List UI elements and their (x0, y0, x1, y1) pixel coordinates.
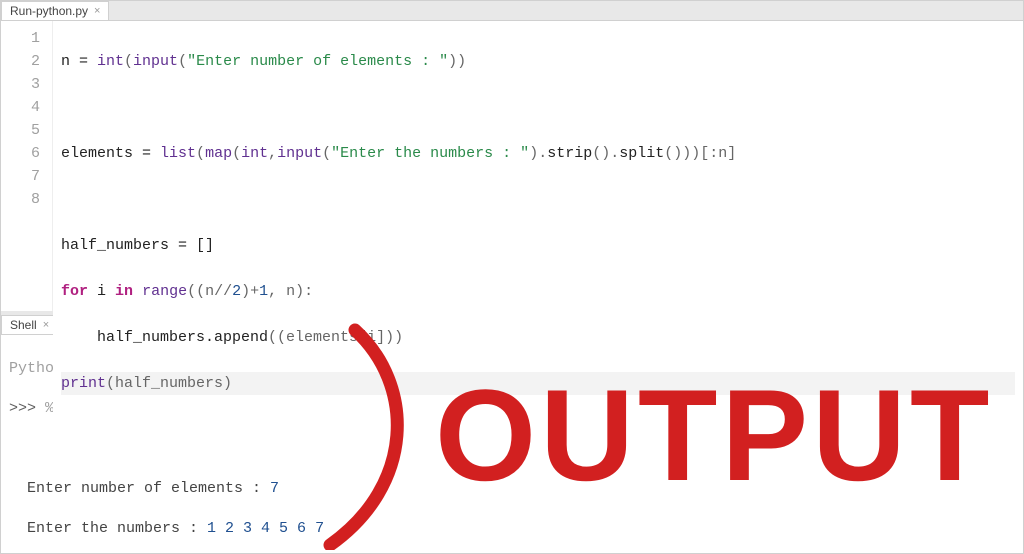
editor-tabbar: Run-python.py × (1, 1, 1023, 21)
line-number: 1 (9, 27, 40, 50)
shell-tab-label: Shell (10, 318, 37, 332)
shell-line: Enter the numbers : 1 2 3 4 5 6 7 (9, 519, 1015, 539)
code-area[interactable]: n = int(input("Enter number of elements … (53, 21, 1023, 447)
code-line (61, 96, 1015, 119)
editor-tab[interactable]: Run-python.py × (1, 1, 109, 20)
line-number: 3 (9, 73, 40, 96)
code-line: half_numbers.append((elements[i])) (61, 326, 1015, 349)
close-icon[interactable]: × (94, 6, 100, 17)
code-line: half_numbers = [] (61, 234, 1015, 257)
code-editor[interactable]: 1 2 3 4 5 6 7 8 n = int(input("Enter num… (1, 21, 1023, 447)
line-number: 4 (9, 96, 40, 119)
line-number: 6 (9, 142, 40, 165)
code-line: print(half_numbers) (61, 372, 1015, 395)
line-number: 2 (9, 50, 40, 73)
code-line: for i in range((n//2)+1, n): (61, 280, 1015, 303)
line-number: 7 (9, 165, 40, 188)
line-number: 5 (9, 119, 40, 142)
editor-tab-label: Run-python.py (10, 4, 88, 18)
editor-pane: Run-python.py × 1 2 3 4 5 6 7 8 n = int(… (0, 0, 1024, 310)
line-number: 8 (9, 188, 40, 211)
code-line: elements = list(map(int,input("Enter the… (61, 142, 1015, 165)
close-icon[interactable]: × (43, 320, 49, 331)
shell-tab[interactable]: Shell × (1, 315, 58, 334)
code-line: n = int(input("Enter number of elements … (61, 50, 1015, 73)
shell-line: Enter number of elements : 7 (9, 479, 1015, 499)
code-line (61, 188, 1015, 211)
